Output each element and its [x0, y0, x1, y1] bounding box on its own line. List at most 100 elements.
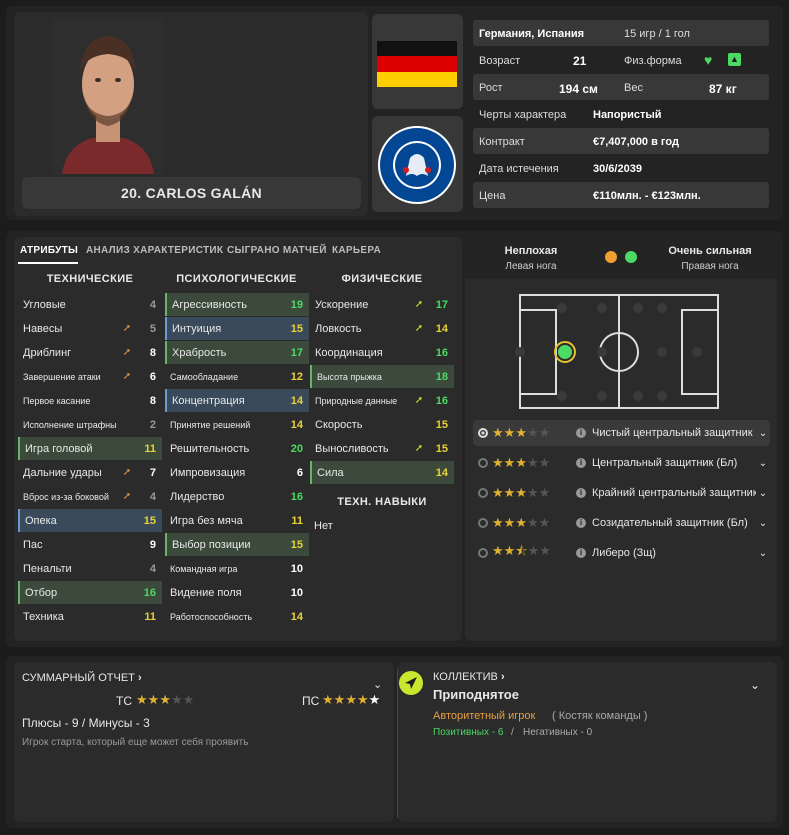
position-name: Центральный защитник (Бл) — [592, 457, 738, 469]
star-icon: ★ — [492, 455, 504, 470]
traits-value[interactable]: Напористый — [593, 109, 662, 121]
attribute-row[interactable]: Выносливость ➚ 15 — [310, 437, 454, 460]
position-row[interactable]: ★★★★★iКрайний центральный защитник (Бл)⌄ — [473, 480, 770, 506]
info-icon[interactable]: i — [576, 518, 586, 528]
attribute-row[interactable]: Скорость 15 — [310, 413, 454, 436]
attribute-row[interactable]: Сила 14 — [310, 461, 454, 484]
star-icon: ★ — [492, 425, 504, 440]
attribute-row[interactable]: Дальние удары ➚ 7 — [18, 461, 162, 484]
attribute-value: 5 — [149, 322, 156, 335]
attribute-value: 16 — [435, 346, 448, 359]
attribute-name: Дриблинг — [23, 346, 72, 359]
squad-role[interactable]: Авторитетный игрок — [433, 710, 535, 722]
fitness-label: Физ.форма — [624, 55, 682, 67]
attribute-row[interactable]: Лидерство 16 — [165, 485, 309, 508]
height-label: Рост — [479, 82, 503, 94]
club-badge-box[interactable] — [372, 116, 463, 212]
chevron-down-icon[interactable]: ⌄ — [756, 488, 770, 499]
negative-relations: Негативных - 0 — [523, 727, 593, 738]
attribute-row[interactable]: Игра без мяча 11 — [165, 509, 309, 532]
squad-panel — [398, 662, 777, 822]
position-stars: ★★★★★ — [492, 515, 576, 531]
chevron-down-icon[interactable]: ⌄ — [756, 518, 770, 529]
attribute-row[interactable]: Импровизация 6 — [165, 461, 309, 484]
chevron-down-icon[interactable]: ⌄ — [756, 458, 770, 469]
star-icon: ★ — [538, 485, 551, 500]
attribute-row[interactable]: Принятие решений 14 — [165, 413, 309, 436]
attribute-row[interactable]: Ускорение ➚ 17 — [310, 293, 454, 316]
info-icon[interactable]: i — [576, 488, 586, 498]
attribute-row[interactable]: Вброс из-за боковой ➚ 4 — [18, 485, 162, 508]
squad-link[interactable]: КОЛЛЕКТИВ › — [433, 671, 505, 683]
attribute-row[interactable]: Храбрость 17 — [165, 341, 309, 364]
summary-report-link[interactable]: СУММАРНЫЙ ОТЧЕТ › — [22, 672, 142, 684]
attribute-name: Техника — [23, 610, 64, 623]
trend-up-icon: ➚ — [414, 395, 424, 406]
attribute-row[interactable]: Навесы ➚ 5 — [18, 317, 162, 340]
attribute-row[interactable]: Техника 11 — [18, 605, 162, 628]
attribute-row[interactable]: Отбор 16 — [18, 581, 162, 604]
attribute-row[interactable]: Завершение атаки ➚ 6 — [18, 365, 162, 388]
radio-button[interactable] — [478, 518, 488, 528]
player-portrait — [52, 18, 164, 174]
attribute-row[interactable]: Координация 16 — [310, 341, 454, 364]
chevron-down-icon[interactable]: ⌄ — [756, 548, 770, 559]
attribute-row[interactable]: Дриблинг ➚ 8 — [18, 341, 162, 364]
attribute-row[interactable]: Интуиция 15 — [165, 317, 309, 340]
attribute-row[interactable]: Природные данные ➚ 16 — [310, 389, 454, 412]
radio-button[interactable] — [478, 488, 488, 498]
attribute-row[interactable]: Пенальти 4 — [18, 557, 162, 580]
radio-button[interactable] — [478, 458, 488, 468]
tab-attributes[interactable]: АТРИБУТЫ — [20, 245, 78, 256]
attribute-row[interactable]: Работоспособность 14 — [165, 605, 309, 628]
star-icon: ★ — [503, 543, 516, 558]
attribute-name: Отбор — [25, 586, 58, 599]
info-icon[interactable]: i — [576, 548, 586, 558]
attribute-row[interactable]: Решительность 20 — [165, 437, 309, 460]
radio-button[interactable] — [478, 428, 488, 438]
position-row[interactable]: ★★★★★iЧистый центральный защитник (Зщ)⌄ — [473, 420, 770, 446]
germany-flag-icon — [377, 41, 457, 87]
star-icon: ★ — [538, 425, 551, 440]
chevron-down-icon[interactable]: ⌄ — [373, 678, 382, 691]
attribute-value: 16 — [143, 586, 156, 599]
chevron-down-icon[interactable]: ⌄ — [756, 428, 770, 439]
tab-matches[interactable]: СЫГРАНО МАТЧЕЙ — [227, 245, 327, 256]
attribute-value: 14 — [435, 322, 448, 335]
attribute-row[interactable]: Агрессивность 19 — [165, 293, 309, 316]
star-icon: ★ — [526, 515, 539, 530]
info-icon[interactable]: i — [576, 428, 586, 438]
attribute-row[interactable]: Концентрация 14 — [165, 389, 309, 412]
trend-up-icon: ➚ — [122, 323, 132, 334]
attribute-name: Опека — [25, 514, 57, 527]
attribute-row[interactable]: Выбор позиции 15 — [165, 533, 309, 556]
attribute-value: 15 — [143, 514, 156, 527]
attribute-name: Исполнение штрафных — [23, 419, 116, 430]
chevron-down-icon[interactable]: ⌄ — [750, 678, 760, 692]
pitch-diagram[interactable] — [512, 292, 726, 412]
attribute-name: Ускорение — [315, 298, 369, 311]
attribute-row[interactable]: Игра головой 11 — [18, 437, 162, 460]
attribute-row[interactable]: Исполнение штрафных 2 — [18, 413, 162, 436]
attribute-row[interactable]: Угловые 4 — [18, 293, 162, 316]
position-row[interactable]: ★★★★★ i Созидательный защитник (Бл) ⌄ — [473, 510, 770, 536]
trend-up-icon: ➚ — [122, 491, 132, 502]
attribute-name: Решительность — [170, 442, 250, 455]
attribute-row[interactable]: Самообладание 12 — [165, 365, 309, 388]
info-icon[interactable]: i — [576, 458, 586, 468]
tab-analysis[interactable]: АНАЛИЗ ХАРАКТЕРИСТИК — [86, 245, 223, 256]
position-row[interactable]: ★★⯪★★ i Либеро (Зщ) ⌄ — [473, 540, 770, 566]
tab-career[interactable]: КАРЬЕРА — [332, 245, 381, 256]
position-row[interactable]: ★★★★★ i Центральный защитник (Бл) ⌄ — [473, 450, 770, 476]
thumbs-up-icon: ▲ — [728, 53, 741, 66]
attribute-row[interactable]: Пас 9 — [18, 533, 162, 556]
radio-button[interactable] — [478, 548, 488, 558]
attribute-row[interactable]: Ловкость ➚ 14 — [310, 317, 454, 340]
attribute-row[interactable]: Высота прыжка 18 — [310, 365, 454, 388]
international-caps[interactable]: 15 игр / 1 гол — [624, 28, 690, 40]
attribute-row[interactable]: Первое касание 8 — [18, 389, 162, 412]
attribute-row[interactable]: Видение поля 10 — [165, 581, 309, 604]
attribute-row[interactable]: Опека 15 — [18, 509, 162, 532]
feet-header — [465, 237, 777, 279]
attribute-row[interactable]: Командная игра 10 — [165, 557, 309, 580]
